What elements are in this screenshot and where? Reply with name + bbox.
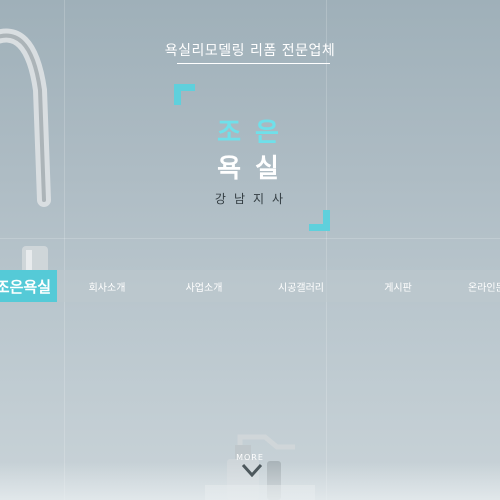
nav-item-company[interactable]: 회사소개: [75, 270, 139, 302]
more-label[interactable]: MORE: [0, 453, 500, 462]
tagline-divider: [177, 63, 330, 64]
chevron-down-icon[interactable]: [241, 463, 263, 477]
logo-subtitle: 강남지사: [214, 192, 292, 206]
main-nav: 조은욕실 회사소개 사업소개 시공갤러리 게시판 온라인문의: [0, 270, 500, 302]
hero-tagline: 욕실리모델링 리폼 전문업체: [164, 43, 336, 59]
logo-corner-bracket-top-left: [174, 84, 195, 105]
hero-banner: [0, 0, 500, 500]
nav-item-business[interactable]: 사업소개: [172, 270, 236, 302]
wall-tile-line: [326, 0, 327, 500]
nav-item-board[interactable]: 게시판: [366, 270, 430, 302]
nav-brand-logo[interactable]: 조은욕실: [0, 270, 57, 302]
logo-corner-bracket-bottom-right: [309, 210, 330, 231]
logo-title-line1: 조은: [217, 118, 293, 148]
nav-item-inquiry[interactable]: 온라인문의: [468, 270, 500, 302]
nav-item-gallery[interactable]: 시공갤러리: [269, 270, 333, 302]
logo-title-line2: 욕실: [217, 154, 293, 184]
